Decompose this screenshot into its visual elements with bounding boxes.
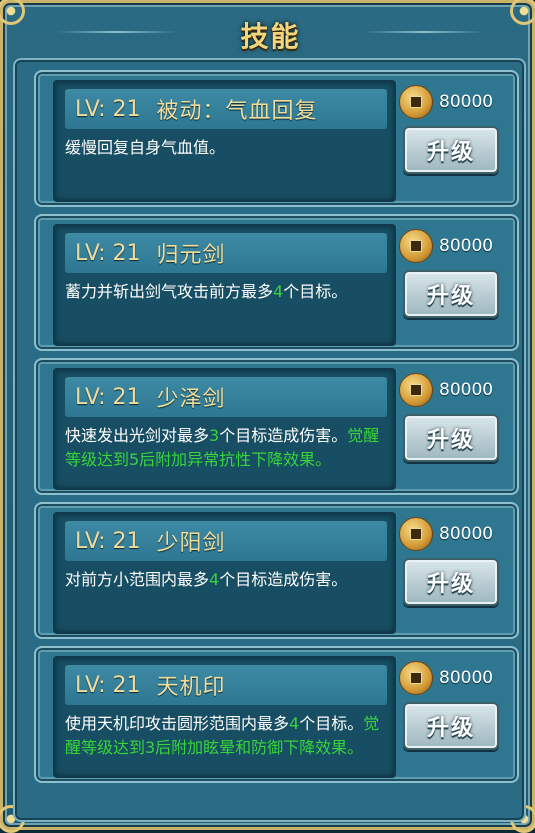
description-text: 个目标。 [299,714,364,733]
upgrade-button[interactable]: 升级 [403,270,499,318]
upgrade-button[interactable]: 升级 [403,414,499,462]
skill-name-bar: LV: 21 归元剑 [65,233,387,273]
skill-info-box: LV: 21 天机印 使用天机印攻击圆形范围内最多4个目标。觉醒等级达到3后附加… [53,656,396,778]
skill-card: LV: 21 少阳剑 对前方小范围内最多4个目标造成伤害。 80000 升级 [34,502,519,639]
title-bar: 技能 [17,11,524,59]
upgrade-cost: 80000 [439,92,494,112]
skill-card: LV: 21 天机印 使用天机印攻击圆形范围内最多4个目标。觉醒等级达到3后附加… [34,646,519,783]
window-title: 技能 [240,20,301,53]
skill-level: LV: 21 [75,528,141,554]
upgrade-button-label: 升级 [426,428,475,453]
skill-name-bar: LV: 21 少阳剑 [65,521,387,561]
skill-info-box: LV: 21 少泽剑 快速发出光剑对最多3个目标造成伤害。觉醒等级达到5后附加异… [53,368,396,490]
cost-row: 80000 [399,84,509,120]
skill-card: LV: 21 归元剑 蓄力并斩出剑气攻击前方最多4个目标。 80000 升级 [34,214,519,351]
skill-info-box: LV: 21 归元剑 蓄力并斩出剑气攻击前方最多4个目标。 [53,224,396,346]
skill-description: 缓慢回复自身气血值。 [65,136,381,160]
skill-level: LV: 21 [75,672,141,698]
skill-card: LV: 21 被动：气血回复 缓慢回复自身气血值。 80000 升级 [34,70,519,207]
upgrade-button[interactable]: 升级 [403,558,499,606]
coin-icon [399,85,433,119]
skill-info-box: LV: 21 被动：气血回复 缓慢回复自身气血值。 [53,80,396,202]
description-text: 蓄力并斩出剑气攻击前方最多 [65,282,274,301]
highlight-text: 4 [289,714,300,733]
title-divider [364,31,484,33]
skill-name: 归元剑 [156,243,226,268]
skill-name-bar: LV: 21 少泽剑 [65,377,387,417]
cost-row: 80000 [399,660,509,696]
description-text: 对前方小范围内最多 [65,570,210,589]
title-divider [57,31,177,33]
description-text: 缓慢回复自身气血值。 [65,138,226,157]
upgrade-button[interactable]: 升级 [403,126,499,174]
upgrade-cost: 80000 [439,236,494,256]
upgrade-cost: 80000 [439,524,494,544]
skill-level: LV: 21 [75,240,141,266]
skill-description: 快速发出光剑对最多3个目标造成伤害。觉醒等级达到5后附加异常抗性下降效果。 [65,424,381,472]
highlight-text: 3 [209,426,220,445]
skill-description: 对前方小范围内最多4个目标造成伤害。 [65,568,381,592]
skill-description: 使用天机印攻击圆形范围内最多4个目标。觉醒等级达到3后附加眩晕和防御下降效果。 [65,712,381,760]
skill-name: 少阳剑 [156,531,226,556]
cost-row: 80000 [399,372,509,408]
cost-row: 80000 [399,516,509,552]
cost-row: 80000 [399,228,509,264]
description-text: 快速发出光剑对最多 [65,426,210,445]
skill-name: 天机印 [156,675,226,700]
upgrade-button-label: 升级 [426,716,475,741]
upgrade-button[interactable]: 升级 [403,702,499,750]
skill-card: LV: 21 少泽剑 快速发出光剑对最多3个目标造成伤害。觉醒等级达到5后附加异… [34,358,519,495]
skill-level: LV: 21 [75,384,141,410]
coin-icon [399,661,433,695]
highlight-text: 4 [273,282,284,301]
skill-name-bar: LV: 21 天机印 [65,665,387,705]
skill-name: 被动：气血回复 [156,99,318,124]
upgrade-button-label: 升级 [426,140,475,165]
highlight-text: 4 [209,570,220,589]
description-text: 个目标造成伤害。 [219,570,348,589]
skill-level: LV: 21 [75,96,141,122]
skill-list[interactable]: LV: 21 被动：气血回复 缓慢回复自身气血值。 80000 升级 LV: 2… [13,58,526,822]
upgrade-cost: 80000 [439,668,494,688]
upgrade-cost: 80000 [439,380,494,400]
skill-info-box: LV: 21 少阳剑 对前方小范围内最多4个目标造成伤害。 [53,512,396,634]
coin-icon [399,517,433,551]
skill-description: 蓄力并斩出剑气攻击前方最多4个目标。 [65,280,381,304]
coin-icon [399,229,433,263]
description-text: 个目标。 [283,282,348,301]
skill-name-bar: LV: 21 被动：气血回复 [65,89,387,129]
upgrade-button-label: 升级 [426,572,475,597]
coin-icon [399,373,433,407]
description-text: 使用天机印攻击圆形范围内最多 [65,714,290,733]
skill-name: 少泽剑 [156,387,226,412]
description-text: 个目标造成伤害。 [219,426,348,445]
upgrade-button-label: 升级 [426,284,475,309]
